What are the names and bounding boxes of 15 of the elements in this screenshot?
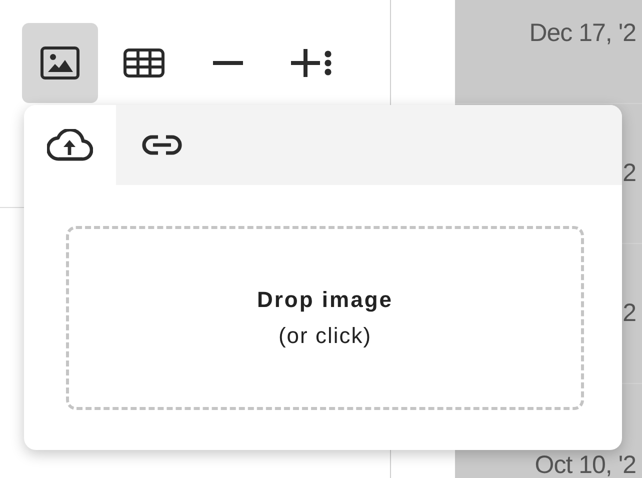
table-icon	[123, 48, 165, 78]
drop-hint: (or click)	[278, 323, 372, 349]
cloud-upload-icon	[47, 129, 93, 161]
add-column-icon	[291, 48, 333, 78]
date-text: 2	[622, 161, 636, 186]
drop-zone[interactable]: Drop image (or click)	[66, 226, 584, 410]
date-text: 2	[622, 301, 636, 326]
image-button[interactable]	[22, 23, 98, 103]
minus-icon	[213, 61, 243, 65]
image-icon	[40, 46, 80, 80]
date-text: Oct 10, '2	[534, 453, 636, 478]
drop-title: Drop image	[256, 287, 394, 313]
date-text: Dec 17, '2	[529, 21, 636, 46]
upload-tab[interactable]	[24, 105, 116, 185]
link-icon	[141, 134, 183, 156]
